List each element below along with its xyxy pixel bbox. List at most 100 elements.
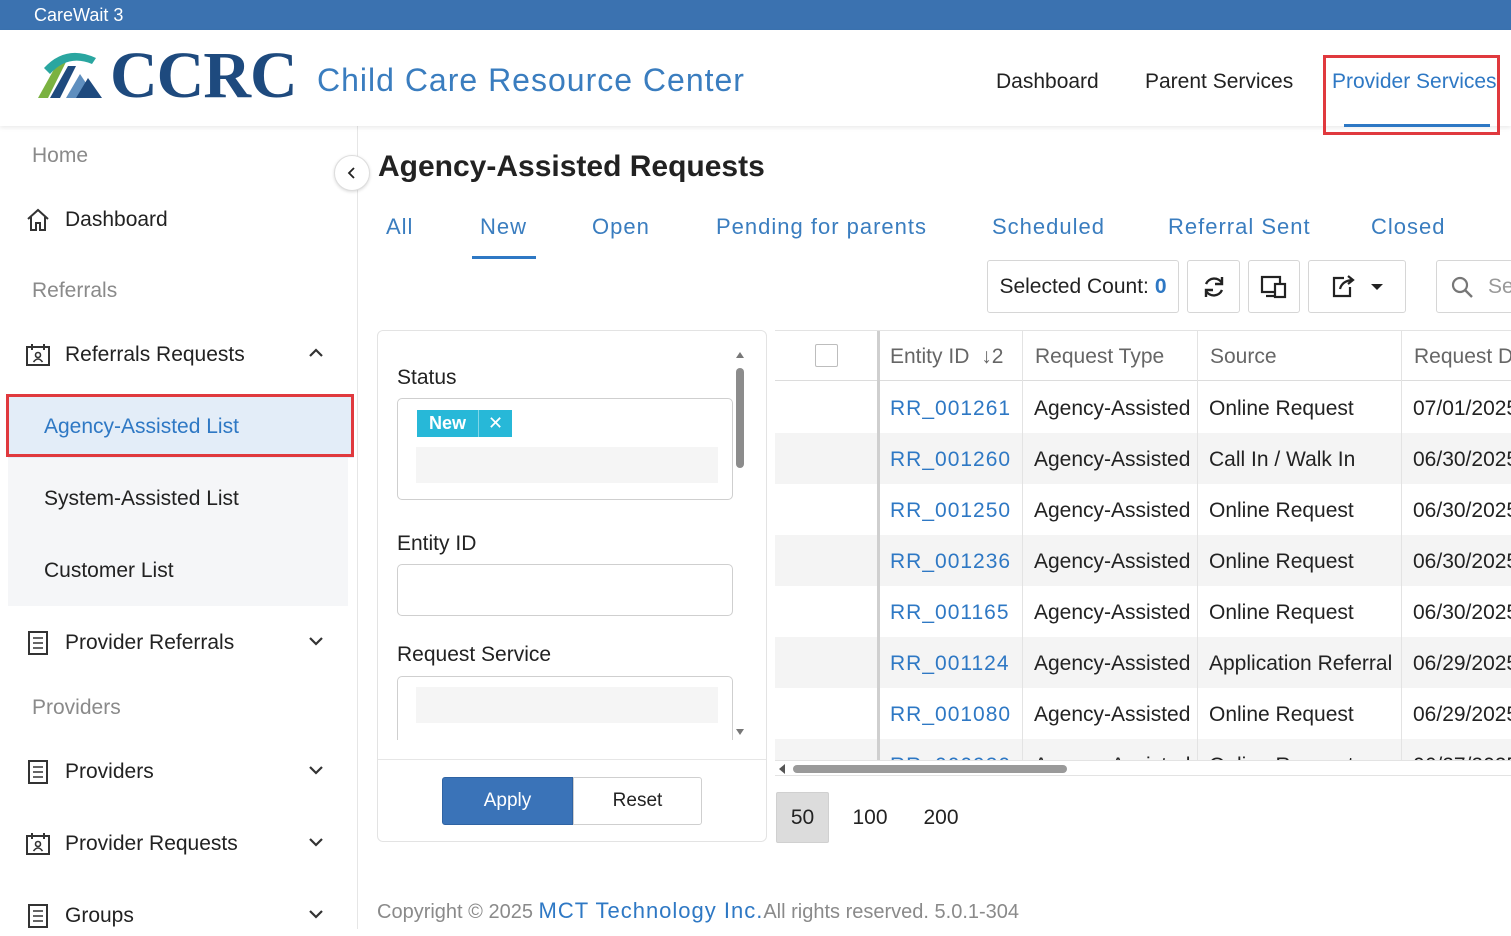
scroll-down-icon[interactable]: [735, 728, 745, 736]
topnav-parent-services[interactable]: Parent Services: [1145, 30, 1293, 126]
scroll-left-icon[interactable]: [779, 764, 785, 774]
sidebar-item-dashboard[interactable]: Dashboard: [24, 200, 334, 240]
status-filter-input[interactable]: [416, 447, 718, 483]
status-filter-label: Status: [397, 366, 457, 389]
request-date-cell: 06/30/2025: [1413, 601, 1511, 624]
entity-id-filter-field[interactable]: [397, 564, 733, 616]
export-dropdown-button[interactable]: [1308, 260, 1406, 313]
sidebar-item-label: Provider Requests: [65, 832, 238, 855]
sidebar-item-provider-requests[interactable]: Provider Requests: [24, 824, 334, 864]
export-icon: [1332, 274, 1355, 297]
sidebar-item-customer-list[interactable]: Customer List: [44, 559, 174, 583]
entity-id-link[interactable]: RR_001250: [878, 484, 1011, 535]
entity-id-link[interactable]: RR_001124: [878, 637, 1010, 688]
entity-id-link[interactable]: RR_001236: [878, 535, 1011, 586]
page-size-100[interactable]: 100: [845, 792, 895, 843]
column-header-source[interactable]: Source: [1197, 331, 1401, 381]
page-title: Agency-Assisted Requests: [378, 150, 765, 183]
request-service-filter-field[interactable]: [397, 676, 733, 740]
requests-grid: Entity ID ↓2 Request Type Source Request…: [775, 330, 1511, 776]
columns-icon: [1260, 275, 1287, 298]
page-size-50[interactable]: 50: [776, 792, 829, 843]
filter-panel: Status New ✕ Entity ID Request Service A…: [377, 330, 767, 842]
chevron-down-icon[interactable]: [306, 631, 326, 651]
source-cell: Online Request: [1209, 397, 1354, 420]
sidebar-item-label: Provider Referrals: [65, 631, 235, 654]
entity-id-link[interactable]: RR_001080: [878, 688, 1011, 739]
sidebar: Home Dashboard Referrals Referrals Reque…: [0, 126, 358, 929]
selected-count-value: 0: [1154, 274, 1167, 298]
remove-chip-icon[interactable]: ✕: [478, 410, 512, 437]
sidebar-item-home[interactable]: Home: [32, 144, 88, 168]
window-titlebar: CareWait 3: [0, 0, 1511, 30]
sidebar-item-groups[interactable]: Groups: [24, 896, 334, 936]
search-input[interactable]: Se: [1436, 260, 1511, 313]
column-header-request-date[interactable]: Request Da: [1401, 331, 1511, 381]
company-link[interactable]: MCT Technology Inc.: [539, 898, 764, 923]
tab-scheduled[interactable]: Scheduled: [992, 214, 1105, 240]
copyright-prefix: Copyright © 2025: [377, 901, 539, 923]
apply-button[interactable]: Apply: [442, 777, 573, 825]
sort-descending-icon[interactable]: ↓2: [981, 345, 1003, 368]
entity-id-link[interactable]: RR_001261: [878, 382, 1011, 433]
reset-button[interactable]: Reset: [573, 777, 702, 825]
filter-scrollbar-thumb[interactable]: [736, 368, 744, 468]
copyright-suffix: All rights reserved. 5.0.1-304: [763, 901, 1020, 923]
calendar-person-icon: [24, 830, 52, 858]
page-size-200[interactable]: 200: [916, 792, 966, 843]
select-all-checkbox[interactable]: [815, 344, 838, 367]
column-header-entity-id[interactable]: Entity ID ↓2: [878, 331, 1022, 381]
search-placeholder: Se: [1488, 274, 1511, 298]
frozen-column-divider: [877, 331, 880, 761]
entity-id-link[interactable]: RR_001165: [878, 586, 1010, 637]
tab-pending-for-parents[interactable]: Pending for parents: [716, 214, 927, 240]
tab-open[interactable]: Open: [592, 214, 650, 240]
sidebar-item-label: Referrals Requests: [65, 343, 245, 366]
column-header-request-type[interactable]: Request Type: [1022, 331, 1197, 381]
request-date-cell: 06/29/2025: [1413, 703, 1511, 726]
sidebar-item-system-assisted-list[interactable]: System-Assisted List: [44, 487, 239, 511]
request-type-cell: Agency-Assisted: [1034, 601, 1191, 624]
tab-new[interactable]: New: [480, 214, 527, 240]
sidebar-item-label: Groups: [65, 904, 134, 927]
status-filter-field[interactable]: New ✕: [397, 398, 733, 500]
sidebar-item-label: Dashboard: [65, 208, 168, 231]
sidebar-item-referrals-requests[interactable]: Referrals Requests: [24, 335, 334, 375]
app-header: CCRC Child Care Resource Center Dashboar…: [0, 30, 1511, 127]
highlight-provider-services: [1323, 55, 1500, 135]
column-divider: [1022, 381, 1023, 761]
selected-count-badge: Selected Count: 0: [987, 260, 1179, 313]
topnav-dashboard[interactable]: Dashboard: [996, 30, 1099, 126]
refresh-button[interactable]: [1187, 260, 1240, 313]
tab-closed[interactable]: Closed: [1371, 214, 1445, 240]
grid-header-row: Entity ID ↓2 Request Type Source Request…: [775, 331, 1511, 381]
chevron-down-icon[interactable]: [306, 832, 326, 852]
tab-all[interactable]: All: [386, 214, 413, 240]
sidebar-item-providers[interactable]: Providers: [24, 752, 334, 792]
column-header-label: Entity ID: [890, 345, 970, 368]
collapse-sidebar-button[interactable]: [334, 155, 370, 191]
footer: Copyright © 2025 MCT Technology Inc.All …: [377, 898, 1019, 924]
ccrc-logo-icon: [38, 52, 102, 98]
entity-id-link[interactable]: RR_001260: [878, 433, 1011, 484]
sidebar-item-provider-referrals[interactable]: Provider Referrals: [24, 623, 334, 663]
scroll-up-icon[interactable]: [735, 351, 745, 359]
filter-scrollbar[interactable]: [736, 351, 744, 736]
request-date-cell: 06/30/2025: [1413, 499, 1511, 522]
tab-referral-sent[interactable]: Referral Sent: [1168, 214, 1311, 240]
filter-footer-divider: [378, 759, 766, 760]
source-cell: Call In / Walk In: [1209, 448, 1356, 471]
list-document-icon: [24, 758, 52, 786]
selected-count-label: Selected Count:: [999, 274, 1149, 298]
logo-wordmark[interactable]: CCRC: [110, 38, 298, 114]
column-chooser-button[interactable]: [1248, 260, 1300, 313]
source-cell: Online Request: [1209, 601, 1354, 624]
sidebar-section-referrals: Referrals: [32, 279, 118, 302]
chevron-down-icon[interactable]: [306, 760, 326, 780]
grid-horizontal-scrollbar[interactable]: [775, 760, 1511, 776]
request-date-cell: 06/29/2025: [1413, 652, 1511, 675]
grid-scrollbar-thumb[interactable]: [793, 765, 1067, 773]
request-service-input[interactable]: [416, 687, 718, 723]
chevron-down-icon[interactable]: [306, 904, 326, 924]
chevron-up-icon[interactable]: [306, 343, 326, 363]
